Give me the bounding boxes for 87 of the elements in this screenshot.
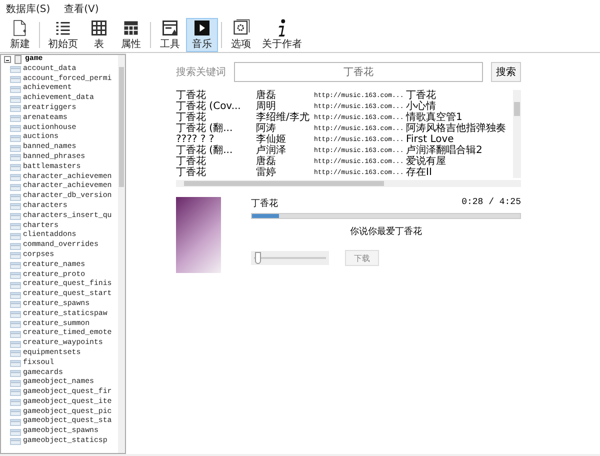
track-time: 0:28 / 4:25 bbox=[462, 197, 521, 209]
song-album: 丁香花 bbox=[406, 90, 436, 101]
search-label: 搜索关键词 bbox=[176, 66, 226, 79]
toolbar-button[interactable]: 表 bbox=[83, 18, 115, 52]
song-title[interactable]: 丁香花 (Cov... bbox=[176, 101, 241, 112]
table-icon bbox=[10, 438, 21, 446]
song-artist: 李绍维/李尤 bbox=[256, 112, 310, 123]
song-artist: 阿涛 bbox=[256, 123, 276, 134]
toolbar-button[interactable]: 工具 bbox=[154, 18, 186, 52]
song-title[interactable]: ???? ? ? bbox=[176, 134, 214, 145]
table-icon bbox=[10, 222, 21, 230]
table-icon bbox=[10, 428, 21, 436]
search-field[interactable]: 丁香花 bbox=[234, 62, 483, 82]
progress-bar[interactable] bbox=[251, 213, 521, 219]
table-icon bbox=[10, 86, 21, 93]
song-album: 情歌真空管1 bbox=[406, 112, 462, 123]
toolbar-button[interactable]: 选项 bbox=[225, 18, 257, 52]
song-title[interactable]: 丁香花 (翻... bbox=[176, 123, 233, 134]
song-album: First Love bbox=[406, 134, 454, 145]
song-artist: 雷婷 bbox=[256, 167, 276, 178]
table-icon bbox=[10, 124, 21, 132]
song-artist: 唐磊 bbox=[256, 90, 276, 101]
song-album: 小心情 bbox=[406, 101, 436, 112]
menu-item[interactable]: 数据库(S) bbox=[6, 2, 50, 16]
table-icon bbox=[10, 174, 21, 181]
toolbar-button[interactable]: 初始页 bbox=[43, 18, 83, 52]
table-icon bbox=[10, 340, 21, 348]
table-icon bbox=[10, 301, 21, 308]
table-icon bbox=[10, 262, 21, 270]
track-title: 丁香花 bbox=[251, 198, 278, 211]
toolbar-button[interactable]: 新建 bbox=[4, 18, 36, 52]
table-icon bbox=[10, 203, 21, 210]
info-icon bbox=[277, 19, 287, 37]
table-icon bbox=[10, 66, 21, 74]
toolbar-button[interactable]: 音乐 bbox=[186, 18, 218, 52]
song-artist: 周明 bbox=[256, 101, 276, 112]
volume-slider[interactable] bbox=[251, 251, 329, 265]
table-icon bbox=[10, 370, 21, 377]
search-button[interactable]: 搜索 bbox=[491, 62, 521, 82]
table-icon bbox=[10, 282, 21, 289]
database-icon bbox=[14, 55, 22, 64]
table-icon bbox=[10, 144, 21, 152]
toolbar-button[interactable]: 关于作者 bbox=[257, 18, 307, 52]
song-title[interactable]: 丁香花 bbox=[176, 167, 206, 178]
table-icon bbox=[10, 213, 21, 220]
table-icon bbox=[10, 115, 21, 122]
table-icon bbox=[10, 389, 21, 396]
table-icon bbox=[10, 320, 21, 328]
collapse-toggle[interactable] bbox=[4, 56, 11, 64]
table-icon bbox=[10, 409, 21, 416]
table-icon bbox=[10, 399, 21, 406]
horizontal-scrollbar[interactable] bbox=[176, 180, 521, 187]
table-icon bbox=[10, 96, 21, 103]
vertical-scrollbar[interactable] bbox=[513, 90, 521, 178]
table-icon bbox=[10, 154, 21, 162]
table-icon bbox=[10, 380, 21, 387]
table-icon bbox=[10, 418, 21, 426]
song-album: 存在II bbox=[406, 167, 432, 178]
table-icon bbox=[10, 232, 21, 240]
table-icon bbox=[10, 164, 21, 172]
song-title[interactable]: 丁香花 (翻... bbox=[176, 145, 233, 156]
lyric-text: 你说你最爱丁香花 bbox=[349, 226, 423, 238]
table-icon bbox=[10, 184, 21, 191]
table-icon bbox=[10, 252, 21, 260]
table-icon bbox=[10, 311, 21, 318]
song-title[interactable]: 丁香花 bbox=[176, 90, 206, 101]
song-artist: 卢润泽 bbox=[256, 145, 286, 156]
table-icon bbox=[10, 350, 21, 358]
song-title[interactable]: 丁香花 bbox=[176, 156, 206, 167]
scrollbar[interactable] bbox=[118, 55, 125, 453]
table-icon bbox=[10, 194, 21, 201]
song-album: 卢润泽翻唱合辑2 bbox=[406, 145, 482, 156]
table-icon bbox=[10, 330, 21, 338]
table-icon bbox=[10, 292, 21, 299]
song-album: 爱说有屋 bbox=[406, 156, 446, 167]
toolbar-button[interactable]: 属性 bbox=[115, 18, 147, 52]
song-artist: 唐磊 bbox=[256, 156, 276, 167]
table-icon bbox=[10, 105, 21, 112]
table-icon bbox=[10, 360, 21, 368]
song-artist: 李仙姬 bbox=[256, 134, 286, 145]
table-icon bbox=[10, 134, 21, 142]
table-icon bbox=[10, 242, 21, 250]
table-icon bbox=[10, 272, 21, 279]
menu-item[interactable]: 查看(V) bbox=[64, 2, 99, 16]
song-title[interactable]: 丁香花 bbox=[176, 112, 206, 123]
table-icon bbox=[10, 76, 21, 83]
song-album: 阿涛风格吉他指弹独奏 bbox=[406, 123, 506, 134]
